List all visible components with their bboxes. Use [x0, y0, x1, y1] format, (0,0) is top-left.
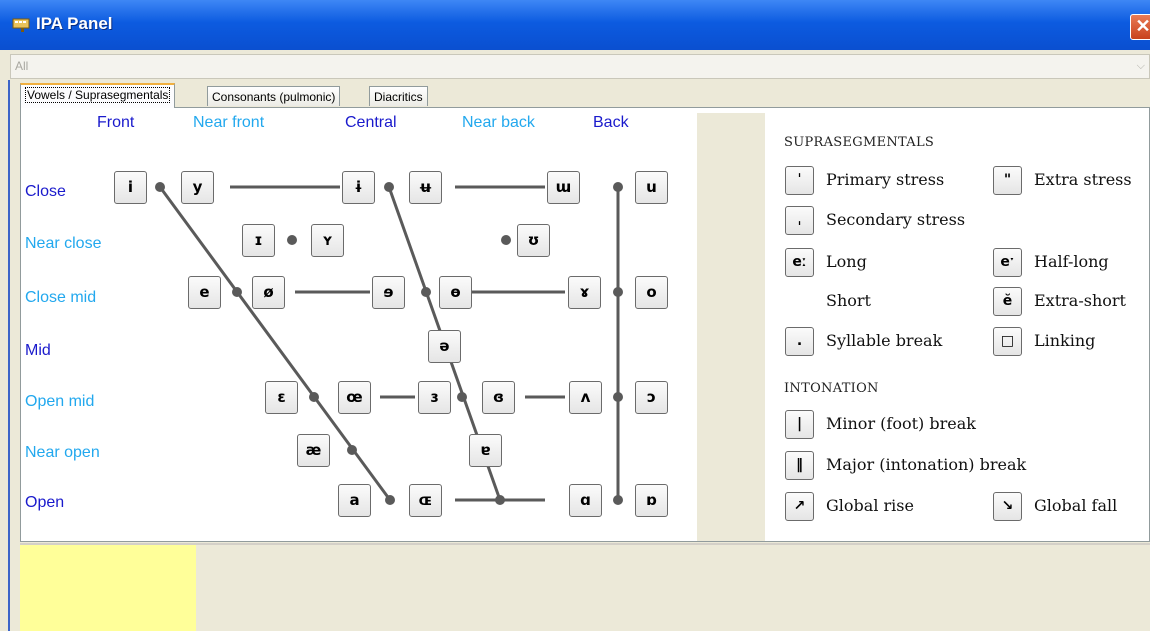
primary-stress-label: Primary stress: [826, 170, 945, 189]
global-fall-button[interactable]: ↘: [993, 492, 1022, 521]
column-header-central: Central: [345, 114, 397, 131]
vowel-button-small-cap-i[interactable]: ɪ: [242, 224, 275, 257]
column-header-near-back: Near back: [462, 114, 535, 131]
minor-break-label: Minor (foot) break: [826, 414, 976, 433]
vowel-button-small-cap-y[interactable]: ʏ: [311, 224, 344, 257]
major-break-label: Major (intonation) break: [826, 455, 1027, 474]
vowel-trapezoid: [155, 182, 623, 505]
vowel-button-e[interactable]: e: [188, 276, 221, 309]
row-label-near-close: Near close: [25, 235, 102, 252]
vowel-button-barred-o[interactable]: ɵ: [439, 276, 472, 309]
major-break-button[interactable]: ‖: [785, 451, 814, 480]
vowel-button-closed-reversed-epsilon[interactable]: ɞ: [482, 381, 515, 414]
vowel-button-u[interactable]: u: [635, 171, 668, 204]
row-label-open-mid: Open mid: [25, 393, 95, 410]
global-fall-label: Global fall: [1034, 496, 1118, 515]
long-label: Long: [826, 252, 867, 271]
secondary-stress-button[interactable]: ˌ: [785, 206, 814, 235]
preview-box: [20, 545, 196, 631]
vowel-button-small-cap-oe[interactable]: ɶ: [409, 484, 442, 517]
extra-stress-button[interactable]: ": [993, 166, 1022, 195]
global-rise-label: Global rise: [826, 496, 914, 515]
primary-stress-button[interactable]: ˈ: [785, 166, 814, 195]
intonation-heading: INTONATION: [784, 381, 879, 396]
row-label-mid: Mid: [25, 342, 51, 359]
short-label: Short: [826, 291, 871, 310]
minor-break-button[interactable]: |: [785, 410, 814, 439]
extra-short-label: Extra-short: [1034, 291, 1126, 310]
column-header-near-front: Near front: [193, 114, 265, 131]
vowel-button-turned-script-a[interactable]: ɒ: [635, 484, 668, 517]
vowel-button-i[interactable]: i: [114, 171, 147, 204]
vowel-button-oe[interactable]: œ: [338, 381, 371, 414]
vowel-button-o[interactable]: o: [635, 276, 668, 309]
global-rise-button[interactable]: ↗: [785, 492, 814, 521]
vowel-button-reversed-e[interactable]: ɘ: [372, 276, 405, 309]
row-label-near-open: Near open: [25, 444, 100, 461]
row-label-open: Open: [25, 494, 65, 511]
extra-short-button[interactable]: ĕ: [993, 287, 1022, 316]
vowel-button-script-a[interactable]: ɑ: [569, 484, 602, 517]
column-header-back: Back: [593, 114, 629, 131]
panel-divider: [697, 113, 765, 541]
vowel-button-open-o[interactable]: ɔ: [635, 381, 668, 414]
vowel-button-ash[interactable]: æ: [297, 434, 330, 467]
row-label-close-mid: Close mid: [25, 289, 97, 306]
vowel-button-barred-u[interactable]: ʉ: [409, 171, 442, 204]
vowel-button-y[interactable]: y: [181, 171, 214, 204]
vowel-button-reversed-epsilon[interactable]: ɜ: [418, 381, 451, 414]
vowel-button-turned-a[interactable]: ɐ: [469, 434, 502, 467]
vowel-button-turned-v[interactable]: ʌ: [569, 381, 602, 414]
long-button[interactable]: eː: [785, 248, 814, 277]
vowel-button-o-slash[interactable]: ø: [252, 276, 285, 309]
vowel-button-epsilon[interactable]: ɛ: [265, 381, 298, 414]
suprasegmentals-heading: SUPRASEGMENTALS: [784, 135, 935, 150]
linking-label: Linking: [1034, 331, 1096, 350]
secondary-stress-label: Secondary stress: [826, 210, 966, 229]
half-long-button[interactable]: eˑ: [993, 248, 1022, 277]
syllable-break-button[interactable]: .: [785, 327, 814, 356]
linking-button[interactable]: □: [993, 327, 1022, 356]
vowel-button-barred-i[interactable]: ɨ: [342, 171, 375, 204]
syllable-break-label: Syllable break: [826, 331, 943, 350]
extra-stress-label: Extra stress: [1034, 170, 1132, 189]
row-label-close: Close: [25, 183, 66, 200]
half-long-label: Half-long: [1034, 252, 1109, 271]
vowel-button-unrounded-u[interactable]: ɯ: [547, 171, 580, 204]
vowel-button-upsilon[interactable]: ʊ: [517, 224, 550, 257]
vowel-button-a[interactable]: a: [338, 484, 371, 517]
column-header-front: Front: [97, 114, 135, 131]
vowel-button-schwa[interactable]: ə: [428, 330, 461, 363]
vowel-button-rams-horn[interactable]: ɤ: [568, 276, 601, 309]
